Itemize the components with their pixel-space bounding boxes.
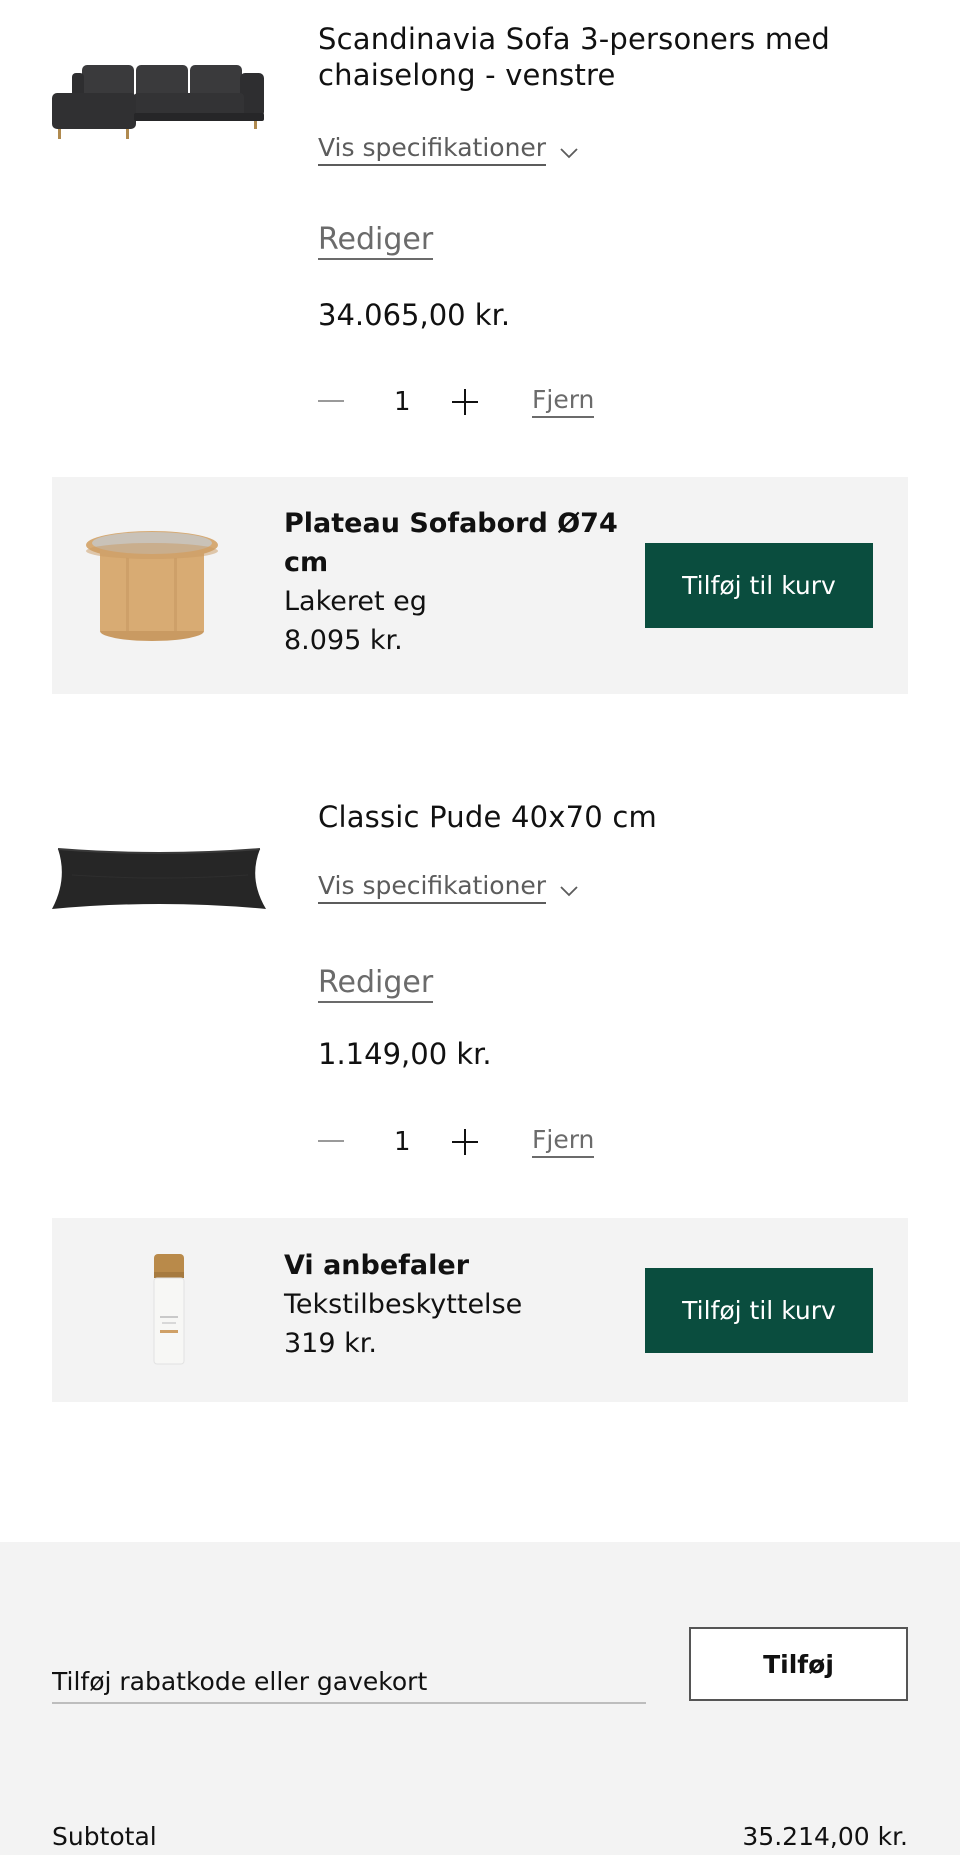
recommendation-text: Vi anbefaler Tekstilbeskyttelse 319 kr. xyxy=(284,1246,624,1363)
product-title[interactable]: Classic Pude 40x70 cm xyxy=(318,799,918,835)
edit-link[interactable]: Rediger xyxy=(318,965,434,1003)
apply-discount-button[interactable]: Tilføj xyxy=(689,1627,908,1701)
chevron-down-icon xyxy=(560,144,578,158)
plus-icon xyxy=(452,389,478,415)
recommendation-variant[interactable]: Tekstilbeskyttelse xyxy=(284,1285,624,1324)
cushion-image[interactable] xyxy=(52,845,267,915)
cart-summary: Tilføj Subtotal 35.214,00 kr. xyxy=(0,1542,960,1855)
chevron-down-icon xyxy=(560,882,578,896)
edit-link[interactable]: Rediger xyxy=(318,222,434,260)
show-specifications-label: Vis specifikationer xyxy=(318,133,547,166)
decrease-quantity-button[interactable] xyxy=(318,400,344,402)
coffee-table-image[interactable] xyxy=(86,527,218,643)
product-title[interactable]: Scandinavia Sofa 3-personers med chaisel… xyxy=(318,21,878,93)
quantity-stepper: 1 Fjern xyxy=(318,382,638,422)
quantity-value: 1 xyxy=(394,387,411,417)
increase-quantity-button[interactable] xyxy=(452,389,478,415)
item-price: 34.065,00 kr. xyxy=(318,298,511,332)
quantity-value: 1 xyxy=(394,1127,411,1157)
remove-item-link[interactable]: Fjern xyxy=(532,1124,595,1158)
show-specifications-toggle[interactable]: Vis specifikationer xyxy=(318,871,578,904)
recommendation-variant: Lakeret eg xyxy=(284,586,427,617)
show-specifications-label: Vis specifikationer xyxy=(318,871,547,904)
quantity-stepper: 1 Fjern xyxy=(318,1122,638,1162)
cart-item: Classic Pude 40x70 cm Vis specifikatione… xyxy=(0,760,960,1200)
spray-bottle-image[interactable] xyxy=(152,1254,186,1366)
subtotal-label: Subtotal xyxy=(52,1822,157,1851)
add-to-cart-button[interactable]: Tilføj til kurv xyxy=(645,543,873,628)
decrease-quantity-button[interactable] xyxy=(318,1140,344,1142)
remove-item-link[interactable]: Fjern xyxy=(532,384,595,418)
cart-page: Scandinavia Sofa 3-personers med chaisel… xyxy=(0,0,960,1855)
recommendation-box: Plateau Sofabord Ø74 cm Lakeret eg 8.095… xyxy=(52,477,908,694)
discount-code-input[interactable] xyxy=(52,1660,646,1704)
recommendation-box: Vi anbefaler Tekstilbeskyttelse 319 kr. … xyxy=(52,1218,908,1402)
subtotal-value: 35.214,00 kr. xyxy=(742,1822,908,1851)
recommendation-text: Plateau Sofabord Ø74 cm Lakeret eg 8.095… xyxy=(284,504,624,660)
show-specifications-toggle[interactable]: Vis specifikationer xyxy=(318,133,578,166)
increase-quantity-button[interactable] xyxy=(452,1129,478,1155)
add-to-cart-button[interactable]: Tilføj til kurv xyxy=(645,1268,873,1353)
recommendation-price: 319 kr. xyxy=(284,1328,377,1359)
plus-icon xyxy=(452,1129,478,1155)
item-info: Classic Pude 40x70 cm Vis specifikatione… xyxy=(318,799,918,1199)
cart-item: Scandinavia Sofa 3-personers med chaisel… xyxy=(0,0,960,460)
recommendation-name: Vi anbefaler xyxy=(284,1250,470,1281)
item-price: 1.149,00 kr. xyxy=(318,1037,492,1071)
sofa-image[interactable] xyxy=(52,55,267,145)
recommendation-name[interactable]: Plateau Sofabord Ø74 cm xyxy=(284,504,624,582)
recommendation-price: 8.095 kr. xyxy=(284,625,403,656)
item-info: Scandinavia Sofa 3-personers med chaisel… xyxy=(318,21,918,441)
